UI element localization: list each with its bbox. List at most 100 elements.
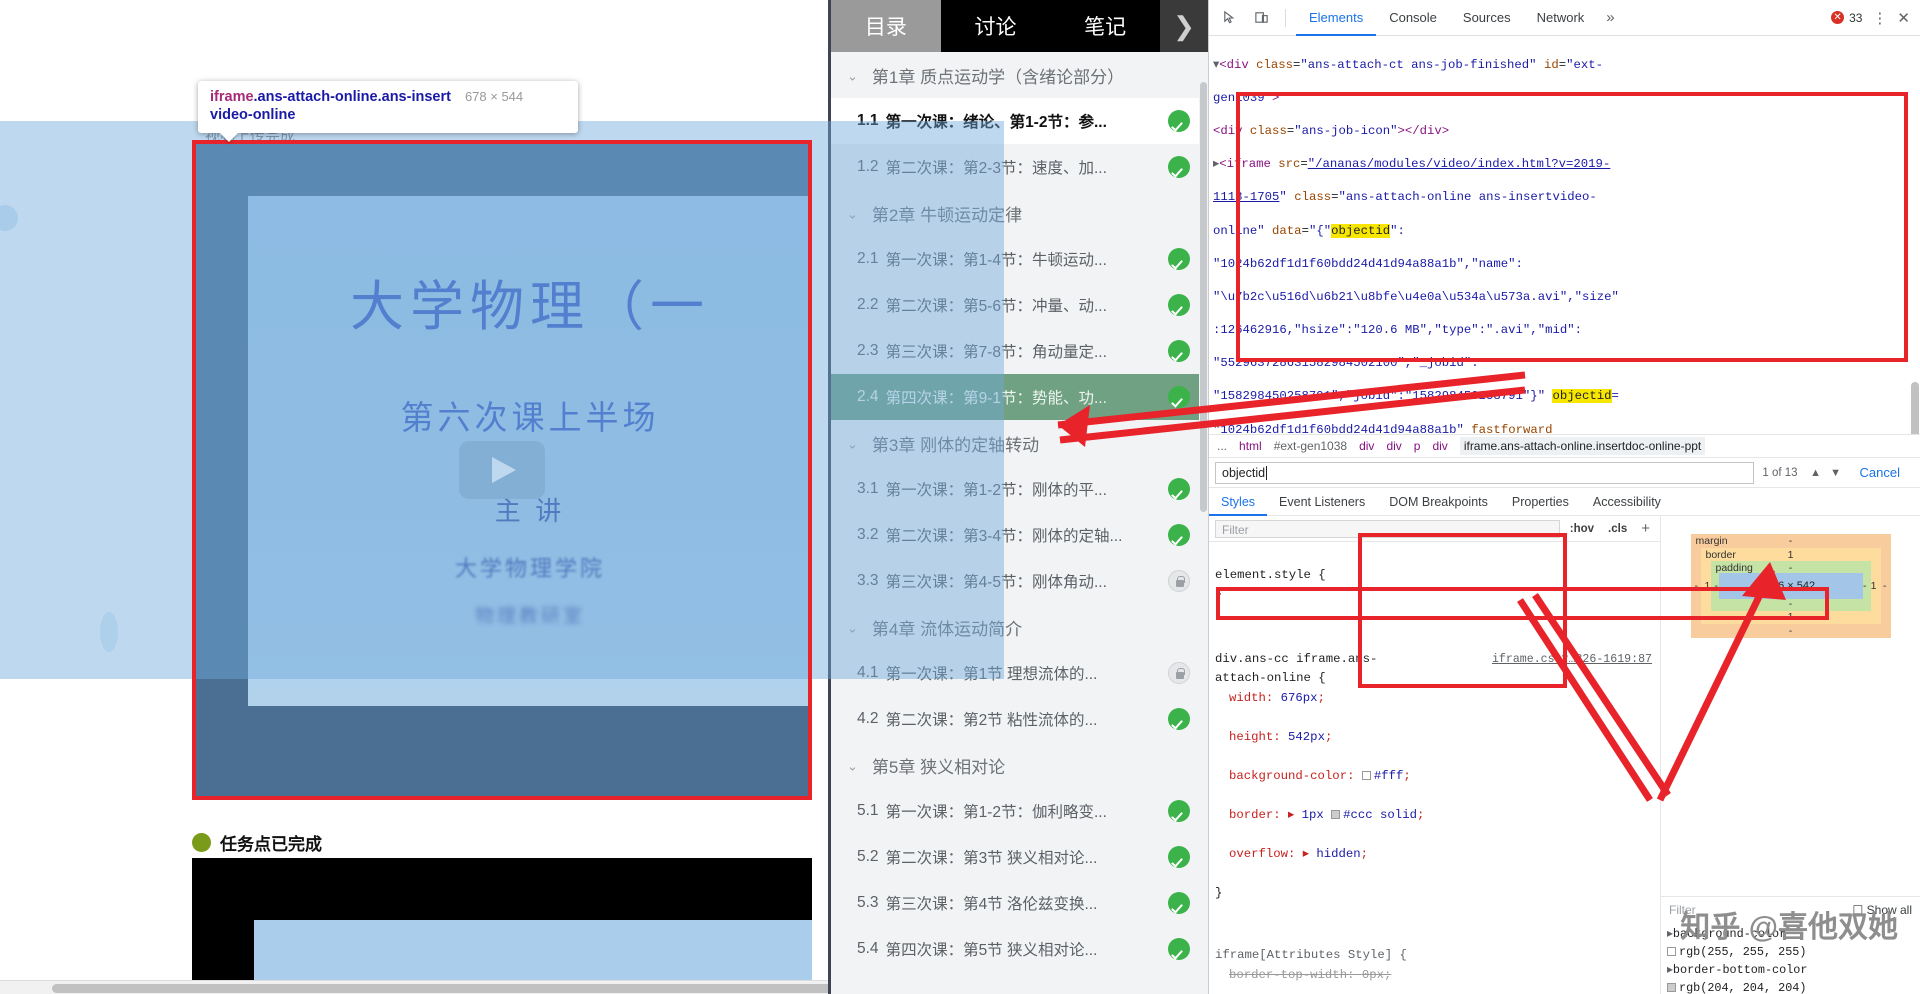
toc-scrollbar-thumb[interactable] bbox=[1200, 82, 1207, 512]
toc-section-4-2[interactable]: 4.2 第二次课：第2节 粘性流体的... bbox=[831, 696, 1208, 742]
chevron-right-icon[interactable]: ❯ bbox=[1160, 0, 1208, 52]
css-prop-height[interactable]: height: 542px; bbox=[1215, 728, 1660, 748]
inspect-element-icon[interactable] bbox=[1215, 5, 1243, 31]
css-prop-border[interactable]: border: ▸ 1px #ccc solid; bbox=[1215, 806, 1660, 826]
color-swatch-icon[interactable] bbox=[1361, 770, 1371, 780]
toc-section-3-1[interactable]: 3.1 第一次课：第1-2节：刚体的平... bbox=[831, 466, 1208, 512]
dom-line[interactable]: :126462916,"hsize":"120.6 MB","type":".a… bbox=[1209, 322, 1920, 339]
css-prop-width[interactable]: width: 676px; bbox=[1215, 689, 1660, 709]
dom-tree-viewer[interactable]: ▾<div class="ans-attach-ct ans-job-finis… bbox=[1209, 36, 1920, 434]
chevron-up-icon[interactable]: ⌃ bbox=[847, 205, 858, 221]
dom-line[interactable]: "158298450258791","jobid":"1582984502587… bbox=[1209, 388, 1920, 405]
toc-section-1-2[interactable]: 1.2 第二次课：第2-3节：速度、加... bbox=[831, 144, 1208, 190]
css-source-link[interactable]: iframe.css?…826-1619:87 bbox=[1492, 650, 1652, 670]
styles-filter-input[interactable]: Filter bbox=[1215, 519, 1560, 538]
toc-section-5-4[interactable]: 5.4 第四次课：第5节 狭义相对论... bbox=[831, 926, 1208, 972]
color-swatch-icon[interactable] bbox=[1331, 809, 1341, 819]
toc-chapter-5[interactable]: ⌃ 第5章 狭义相对论 bbox=[831, 742, 1208, 788]
cls-toggle-button[interactable]: .cls bbox=[1604, 523, 1631, 535]
chevron-double-right-icon[interactable]: » bbox=[1597, 0, 1623, 36]
toc-section-2-3[interactable]: 2.3 第三次课：第7-8节：角动量定... bbox=[831, 328, 1208, 374]
css-rule-iframe[interactable]: iframe.css?…826-1619:87 div.ans-cc iframe… bbox=[1215, 650, 1660, 904]
toc-chapter-3[interactable]: ⌃ 第3章 刚体的定轴转动 bbox=[831, 420, 1208, 466]
close-icon[interactable]: ✕ bbox=[1897, 9, 1910, 27]
dom-line[interactable]: 1113-1705" class="ans-attach-online ans-… bbox=[1209, 189, 1920, 206]
toc-chapter-4[interactable]: ⌃ 第4章 流体运动简介 bbox=[831, 604, 1208, 650]
devtools-code-scrollbar-thumb[interactable] bbox=[1911, 382, 1919, 434]
dom-line[interactable]: "552963728631582984502100","_jobid": bbox=[1209, 355, 1920, 372]
video-iframe-region[interactable]: 大学物理（一 第六次课上半场 主 讲 大学物理学院 物理教研室 bbox=[192, 140, 812, 800]
tab-dom-breakpoints[interactable]: DOM Breakpoints bbox=[1377, 488, 1500, 516]
error-count-badge[interactable]: ✕ 33 bbox=[1831, 11, 1862, 25]
tab-console[interactable]: Console bbox=[1376, 0, 1450, 36]
toc-section-5-1[interactable]: 5.1 第一次课：第1-2节：伽利略变... bbox=[831, 788, 1208, 834]
color-swatch-icon[interactable] bbox=[1667, 983, 1676, 992]
box-model-diagram[interactable]: margin - - - - border 1 1 1 1 padding - … bbox=[1690, 534, 1891, 638]
breadcrumb-div3[interactable]: div bbox=[1432, 439, 1447, 453]
tab-notes[interactable]: 笔记 bbox=[1050, 0, 1160, 52]
dom-line[interactable]: "\u7b2c\u516d\u6b21\u8bfe\u4e0a\u534a\u5… bbox=[1209, 289, 1920, 306]
dom-line[interactable]: "1024b62df1d1f60bdd24d41d94a88a1b" fastf… bbox=[1209, 422, 1920, 434]
expand-triangle-icon[interactable]: ▸ bbox=[1288, 808, 1294, 822]
box-model-border[interactable]: border 1 1 1 1 padding - - - - 676 × 542 bbox=[1700, 548, 1881, 624]
expand-triangle-icon[interactable]: ▸ bbox=[1303, 847, 1309, 861]
kebab-menu-icon[interactable]: ⋮ bbox=[1872, 9, 1887, 27]
dom-line[interactable]: online" data="{"objectid": bbox=[1209, 223, 1920, 240]
css-prop-overflow[interactable]: overflow: ▸ hidden; bbox=[1215, 845, 1660, 865]
breadcrumb-html[interactable]: html bbox=[1239, 439, 1262, 453]
box-model-margin[interactable]: margin - - - - border 1 1 1 1 padding - … bbox=[1690, 534, 1891, 638]
breadcrumb-div1[interactable]: div bbox=[1359, 439, 1374, 453]
toc-section-3-2[interactable]: 3.2 第二次课：第3-4节：刚体的定轴... bbox=[831, 512, 1208, 558]
cancel-button[interactable]: Cancel bbox=[1846, 465, 1914, 480]
computed-prop-row[interactable]: ▸border-bottom-color bbox=[1667, 961, 1914, 979]
dom-line[interactable]: gen1039"> bbox=[1209, 90, 1920, 107]
toc-section-5-3[interactable]: 5.3 第三次课：第4节 洛伦兹变换... bbox=[831, 880, 1208, 926]
box-model-padding[interactable]: padding - - - - 676 × 542 bbox=[1710, 561, 1871, 611]
search-input[interactable]: objectid bbox=[1215, 461, 1755, 484]
breadcrumb-ellipsis[interactable]: ... bbox=[1217, 439, 1227, 453]
tab-properties[interactable]: Properties bbox=[1500, 488, 1581, 516]
chevron-up-icon[interactable]: ⌃ bbox=[847, 619, 858, 635]
tab-catalog[interactable]: 目录 bbox=[831, 0, 941, 52]
toc-section-2-1[interactable]: 2.1 第一次课：第1-4节：牛顿运动... bbox=[831, 236, 1208, 282]
toc-chapter-1[interactable]: ⌃ 第1章 质点运动学（含绪论部分） bbox=[831, 52, 1208, 98]
css-prop-border-top-width[interactable]: border-top-width: 0px; bbox=[1215, 966, 1660, 986]
toc-section-1-1[interactable]: 1.1 第一次课：绪论、第1-2节：参... bbox=[831, 98, 1208, 144]
tab-styles[interactable]: Styles bbox=[1209, 488, 1267, 516]
chevron-up-icon[interactable]: ⌃ bbox=[847, 435, 858, 451]
hov-toggle-button[interactable]: :hov bbox=[1566, 523, 1598, 535]
css-rule-attributes-style[interactable]: iframe[Attributes Style] { border-top-wi… bbox=[1215, 946, 1660, 994]
toc-chapter-2[interactable]: ⌃ 第2章 牛顿运动定律 bbox=[831, 190, 1208, 236]
chevron-down-icon[interactable]: ▼ bbox=[1826, 467, 1846, 479]
tab-network[interactable]: Network bbox=[1524, 0, 1598, 36]
toc-section-2-4[interactable]: 2.4 第四次课：第9-1节：势能、功... bbox=[831, 374, 1208, 420]
breadcrumb-extgen[interactable]: #ext-gen1038 bbox=[1274, 439, 1347, 453]
tab-discussion[interactable]: 讨论 bbox=[941, 0, 1051, 52]
chevron-up-icon[interactable]: ▲ bbox=[1806, 467, 1826, 479]
dom-line[interactable]: ▾<div class="ans-attach-ct ans-job-finis… bbox=[1209, 57, 1920, 74]
device-toolbar-icon[interactable] bbox=[1247, 5, 1275, 31]
horizontal-scrollbar[interactable] bbox=[0, 980, 828, 994]
css-rule-element-style[interactable]: element.style { } bbox=[1215, 566, 1660, 605]
tab-event-listeners[interactable]: Event Listeners bbox=[1267, 488, 1377, 516]
chevron-up-icon[interactable]: ⌃ bbox=[847, 67, 858, 83]
color-swatch-icon[interactable] bbox=[1667, 947, 1676, 956]
tab-accessibility[interactable]: Accessibility bbox=[1581, 488, 1673, 516]
tab-elements[interactable]: Elements bbox=[1296, 0, 1376, 36]
toc-scrollbar[interactable] bbox=[1199, 52, 1208, 994]
toc-section-2-2[interactable]: 2.2 第二次课：第5-6节：冲量、动... bbox=[831, 282, 1208, 328]
toc-section-4-1[interactable]: 4.1 第一次课：第1节 理想流体的... bbox=[831, 650, 1208, 696]
css-rules-list[interactable]: element.style { } iframe.css?…826-1619:8… bbox=[1209, 542, 1660, 994]
dom-line[interactable]: <div class="ans-job-icon"></div> bbox=[1209, 123, 1920, 140]
play-button-icon[interactable] bbox=[459, 441, 545, 499]
breadcrumb-p[interactable]: p bbox=[1414, 439, 1421, 453]
breadcrumb-div2[interactable]: div bbox=[1386, 439, 1401, 453]
devtools-code-scrollbar[interactable] bbox=[1910, 72, 1920, 434]
horizontal-scrollbar-thumb[interactable] bbox=[52, 984, 828, 993]
toc-section-5-2[interactable]: 5.2 第二次课：第3节 狭义相对论... bbox=[831, 834, 1208, 880]
dom-line[interactable]: "1024b62df1d1f60bdd24d41d94a88a1b","name… bbox=[1209, 256, 1920, 273]
tab-sources[interactable]: Sources bbox=[1450, 0, 1524, 36]
toc-section-3-3[interactable]: 3.3 第三次课：第4-5节：刚体角动... bbox=[831, 558, 1208, 604]
chevron-up-icon[interactable]: ⌃ bbox=[847, 757, 858, 773]
plus-icon[interactable]: + bbox=[1637, 520, 1654, 537]
